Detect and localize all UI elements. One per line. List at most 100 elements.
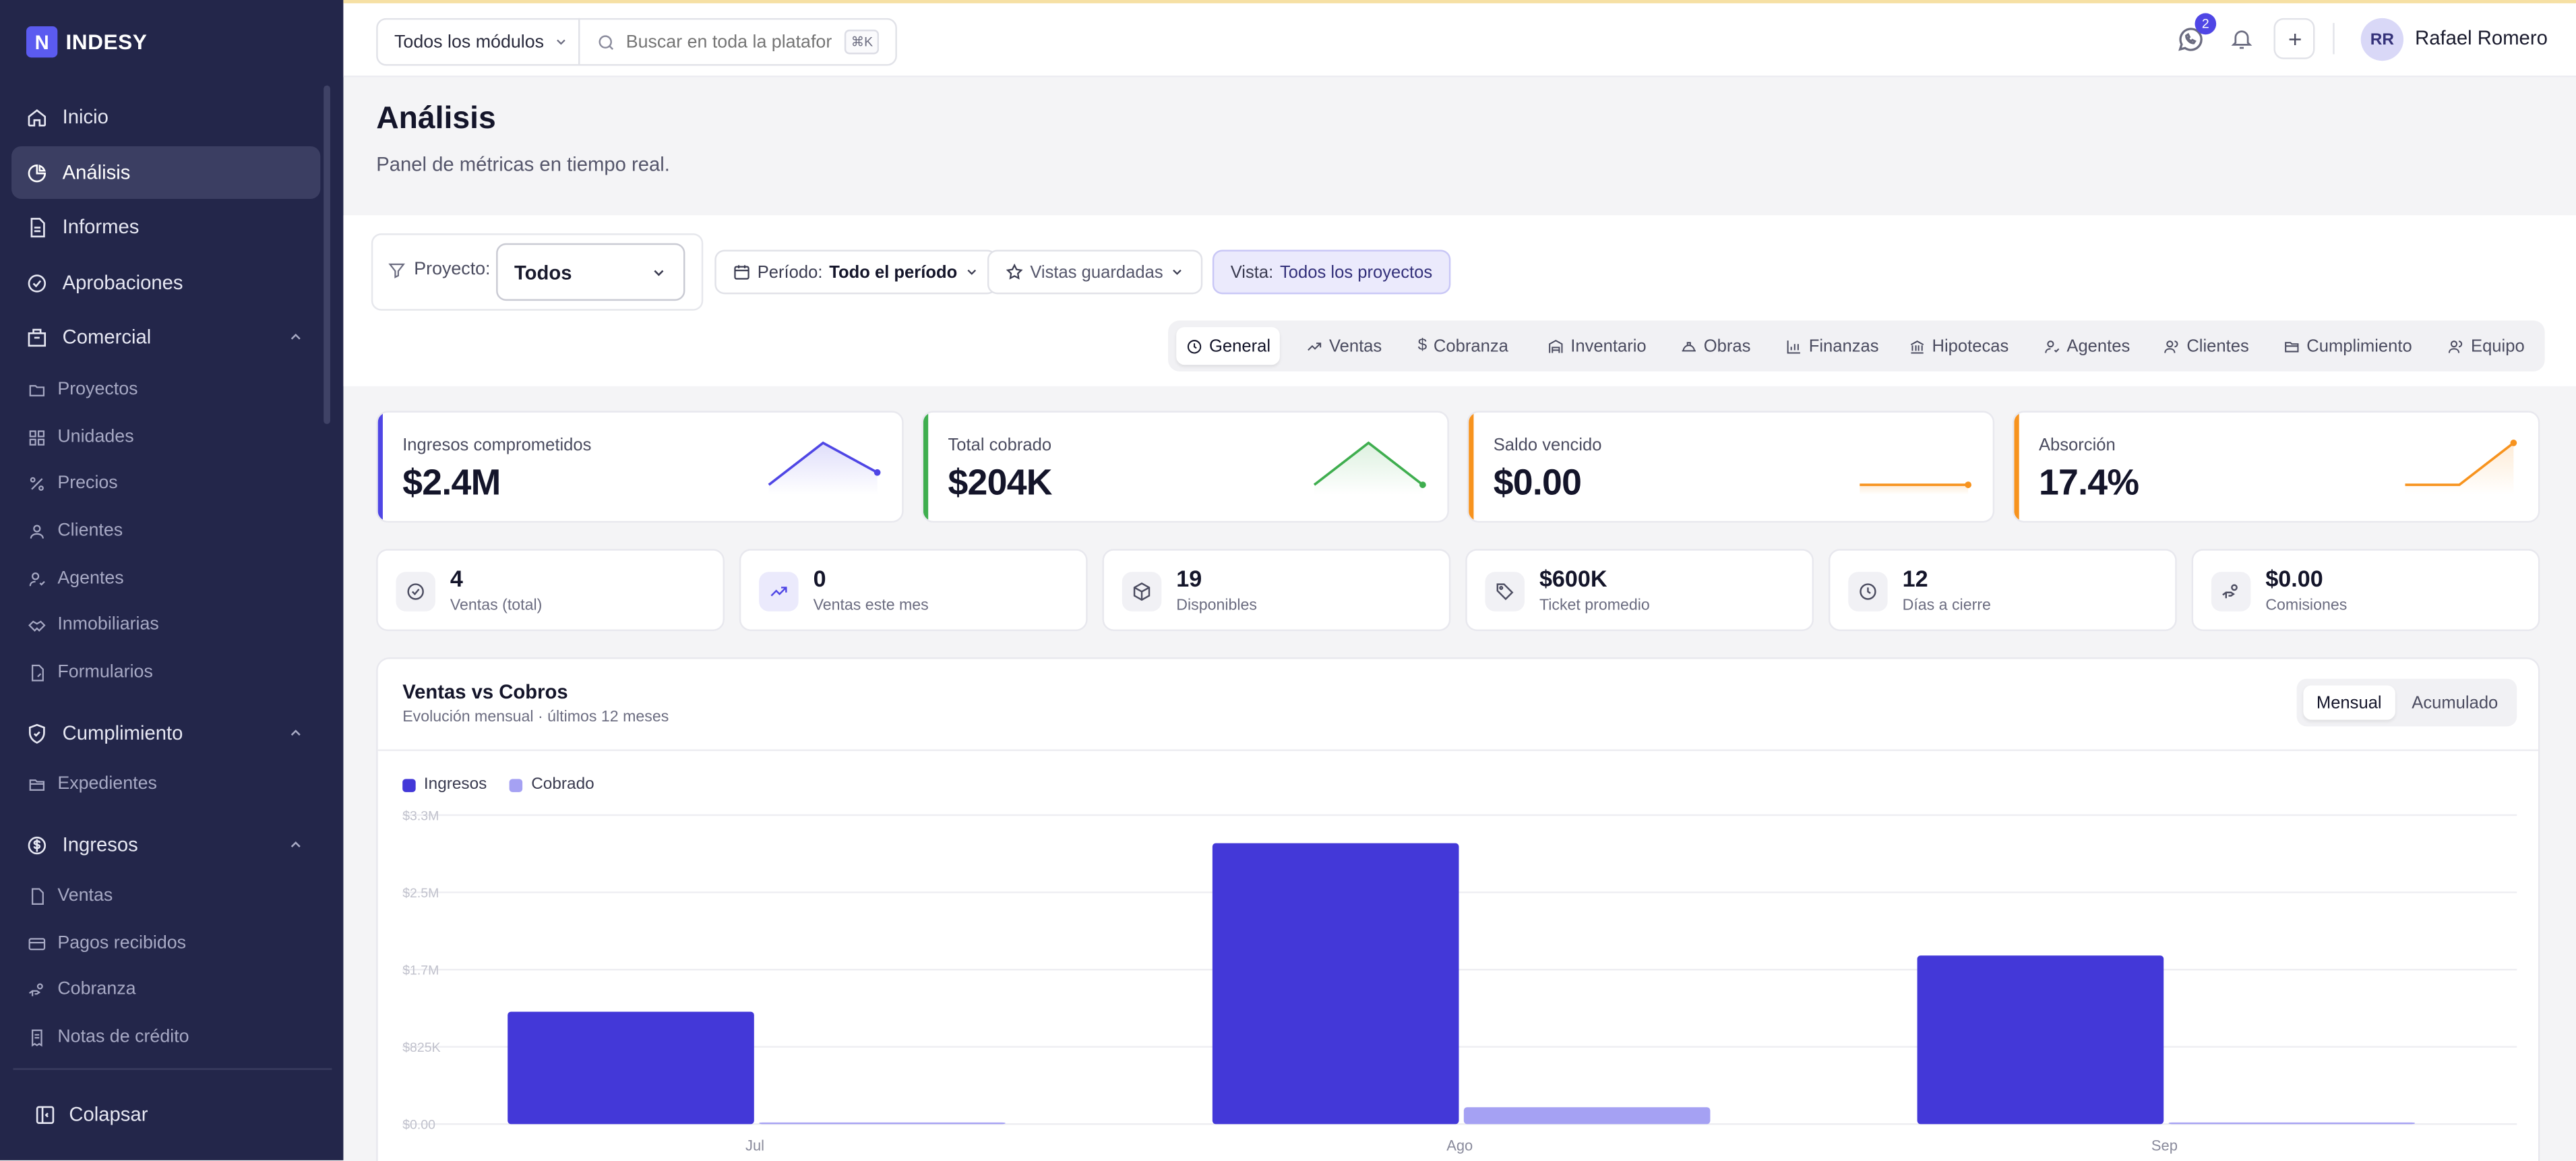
current-view-badge[interactable]: Vista: Todos los proyectos bbox=[1212, 249, 1451, 295]
notifications-button[interactable] bbox=[2228, 25, 2255, 53]
tab-general[interactable]: General bbox=[1176, 327, 1281, 365]
bar-cobrado-sep[interactable] bbox=[2168, 1122, 2416, 1125]
project-select[interactable]: Todos bbox=[496, 243, 685, 301]
handshake-icon bbox=[28, 616, 46, 634]
saved-views-button[interactable]: Vistas guardadas bbox=[987, 249, 1203, 295]
shield-check-icon bbox=[26, 722, 48, 744]
dollar-circle-icon bbox=[26, 834, 48, 856]
tab-agentes[interactable]: Agentes bbox=[2034, 327, 2140, 365]
sidebar-scrollbar[interactable] bbox=[324, 85, 330, 424]
sidebar-item-unidades[interactable]: Unidades bbox=[28, 419, 134, 456]
stat-card[interactable]: 19 Disponibles bbox=[1102, 549, 1451, 631]
tab-hipotecas[interactable]: Hipotecas bbox=[1899, 327, 2019, 365]
kpi-accent-bar bbox=[1469, 412, 1474, 521]
bar-cobrado-jul[interactable] bbox=[759, 1122, 1006, 1125]
credit-card-icon bbox=[28, 934, 46, 953]
brand[interactable]: N INDESY bbox=[26, 26, 147, 58]
check-circle-icon bbox=[396, 572, 435, 612]
tab-ventas[interactable]: Ventas bbox=[1296, 327, 1392, 365]
module-select-value: Todos los módulos bbox=[394, 32, 545, 52]
bar-ingresos-ago[interactable] bbox=[1212, 843, 1459, 1125]
tab-label: Inventario bbox=[1570, 336, 1647, 356]
add-button[interactable] bbox=[2273, 18, 2315, 59]
sidebar-item-analisis[interactable]: Análisis bbox=[11, 146, 321, 199]
kpi-card[interactable]: Saldo vencido $0.00 bbox=[1467, 411, 1995, 523]
topbar-divider bbox=[2333, 23, 2335, 55]
stat-card[interactable]: 12 Días a cierre bbox=[1828, 549, 2177, 631]
sidebar-divider bbox=[13, 1068, 332, 1070]
sidebar-group-cumplimiento[interactable]: Cumplimiento bbox=[11, 707, 320, 759]
sidebar-item-inmobiliarias[interactable]: Inmobiliarias bbox=[28, 606, 159, 643]
sidebar-item-agentes[interactable]: Agentes bbox=[28, 560, 124, 597]
building-icon bbox=[26, 326, 48, 348]
warehouse-icon bbox=[1549, 338, 1563, 353]
stat-card[interactable]: 4 Ventas (total) bbox=[376, 549, 725, 631]
bar-chart: $0.00 $825K $1.7M $2.5M $3.3M Jul Ago Sep bbox=[402, 808, 2517, 1154]
chevron-up-icon bbox=[290, 333, 301, 340]
sidebar-item-label: Ventas bbox=[57, 885, 113, 906]
kpi-label: Ingresos comprometidos bbox=[402, 435, 592, 456]
kpi-card[interactable]: Ingresos comprometidos $2.4M bbox=[376, 411, 904, 523]
sidebar-item-informes[interactable]: Informes bbox=[11, 200, 320, 253]
sidebar-item-inicio[interactable]: Inicio bbox=[11, 90, 320, 143]
sidebar-item-precios[interactable]: Precios bbox=[28, 465, 118, 502]
filter-icon bbox=[388, 262, 405, 278]
tab-finanzas[interactable]: Finanzas bbox=[1776, 327, 1889, 365]
bank-icon bbox=[1910, 339, 1924, 353]
stat-card[interactable]: $600K Ticket promedio bbox=[1465, 549, 1814, 631]
tab-label: Agentes bbox=[2066, 336, 2130, 356]
folder-open-icon bbox=[2285, 340, 2299, 352]
period-value: Todo el período bbox=[829, 262, 958, 282]
legend-item[interactable]: Ingresos bbox=[402, 776, 487, 794]
avatar[interactable]: RR bbox=[2360, 18, 2404, 61]
receipt-icon bbox=[28, 1028, 46, 1046]
sidebar-item-aprobaciones[interactable]: Aprobaciones bbox=[11, 256, 320, 309]
tab-obras[interactable]: Obras bbox=[1671, 327, 1760, 365]
sales-vs-collections-card: Ventas vs Cobros Evolución mensual · últ… bbox=[376, 657, 2540, 1161]
period-select[interactable]: Período: Todo el período bbox=[714, 249, 997, 295]
sidebar-group-label: Comercial bbox=[62, 325, 152, 349]
tab-cobranza[interactable]: $ Cobranza bbox=[1408, 327, 1519, 365]
sidebar-item-proyectos[interactable]: Proyectos bbox=[28, 371, 138, 408]
bar-ingresos-sep[interactable] bbox=[1917, 955, 2164, 1125]
collapse-button[interactable]: Colapsar bbox=[34, 1103, 148, 1126]
sidebar-item-cobranza[interactable]: Cobranza bbox=[28, 972, 136, 1008]
user-check-icon bbox=[2045, 339, 2060, 353]
bar-cobrado-ago[interactable] bbox=[1463, 1107, 1711, 1125]
kpi-sparkline bbox=[768, 441, 881, 495]
sidebar-item-notas-credito[interactable]: Notas de crédito bbox=[28, 1019, 189, 1055]
tab-equipo[interactable]: Equipo bbox=[2438, 327, 2534, 365]
sparkline-end-point bbox=[873, 469, 881, 476]
clock-icon bbox=[1848, 572, 1888, 612]
chart-title: Ventas vs Cobros bbox=[402, 680, 568, 704]
tab-label: Clientes bbox=[2186, 336, 2249, 356]
sidebar-item-ventas[interactable]: Ventas bbox=[28, 878, 113, 914]
sidebar-item-pagos-recibidos[interactable]: Pagos recibidos bbox=[28, 925, 186, 961]
folder-icon bbox=[28, 380, 46, 398]
stat-card[interactable]: $0.00 Comisiones bbox=[2191, 549, 2540, 631]
sidebar-item-formularios[interactable]: Formularios bbox=[28, 654, 153, 690]
toggle-mensual[interactable]: Mensual bbox=[2303, 685, 2395, 720]
kpi-card[interactable]: Absorción 17.4% bbox=[2012, 411, 2540, 523]
saved-views-label: Vistas guardadas bbox=[1030, 262, 1163, 282]
tab-label: Hipotecas bbox=[1932, 336, 2009, 356]
search-input[interactable] bbox=[625, 32, 845, 52]
sidebar-item-clientes[interactable]: Clientes bbox=[28, 513, 123, 549]
bar-ingresos-jul[interactable] bbox=[508, 1011, 754, 1125]
kpi-card[interactable]: Total cobrado $204K bbox=[921, 411, 1449, 523]
tab-clientes[interactable]: Clientes bbox=[2154, 327, 2259, 365]
tab-inventario[interactable]: Inventario bbox=[1538, 327, 1657, 365]
module-select[interactable]: Todos los módulos bbox=[376, 18, 580, 66]
tab-cumplimiento[interactable]: Cumplimiento bbox=[2274, 327, 2422, 365]
user-name[interactable]: Rafael Romero bbox=[2415, 26, 2548, 49]
user-check-icon bbox=[28, 570, 46, 588]
search-icon bbox=[599, 34, 614, 49]
sidebar-group-comercial[interactable]: Comercial bbox=[11, 311, 320, 363]
sidebar-item-expedientes[interactable]: Expedientes bbox=[28, 766, 157, 802]
chart-subtitle: Evolución mensual · últimos 12 meses bbox=[402, 708, 669, 727]
sidebar-group-ingresos[interactable]: Ingresos bbox=[11, 818, 320, 871]
stat-card[interactable]: 0 Ventas este mes bbox=[739, 549, 1088, 631]
search-box[interactable]: ⌘K bbox=[578, 18, 897, 66]
legend-item[interactable]: Cobrado bbox=[510, 776, 594, 794]
toggle-acumulado[interactable]: Acumulado bbox=[2399, 685, 2511, 719]
